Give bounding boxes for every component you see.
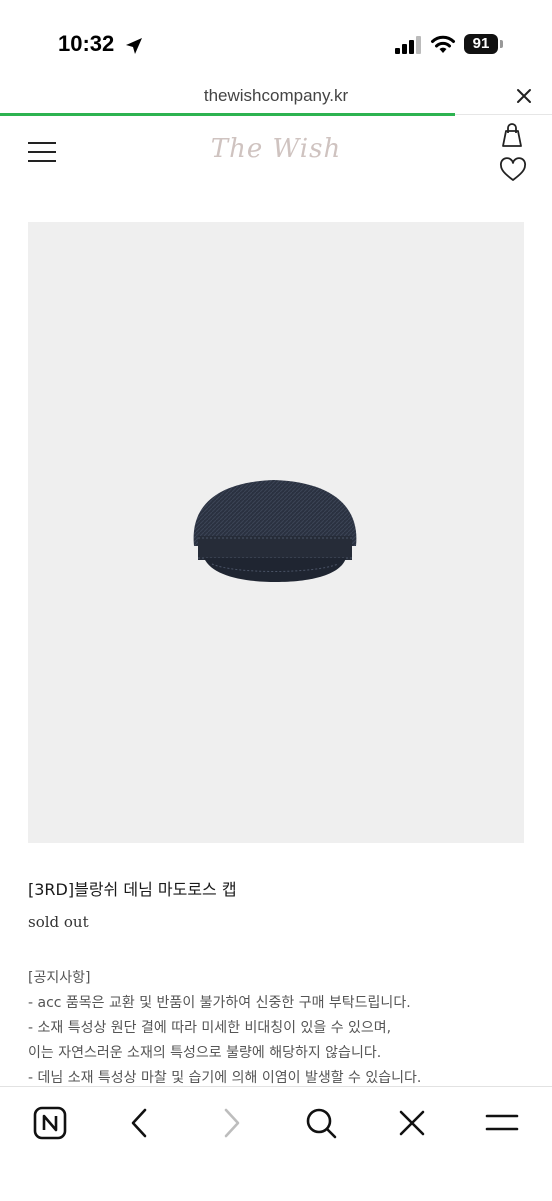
browser-toolbar	[0, 1086, 552, 1201]
notice-line: - acc 품목은 교환 및 반품이 불가하여 신중한 구매 부탁드립니다.	[28, 995, 411, 1011]
product-image[interactable]	[28, 222, 524, 843]
naver-home-icon[interactable]	[32, 1105, 68, 1141]
notice-line: - 소재 특성상 원단 결에 따라 미세한 비대칭이 있을 수 있으며,	[28, 1020, 392, 1036]
battery-cap	[500, 40, 503, 48]
search-icon[interactable]	[303, 1105, 339, 1141]
status-time: 10:32	[58, 31, 115, 56]
forward-icon[interactable]	[213, 1105, 249, 1141]
notice-heading: [공지사항]	[28, 970, 91, 986]
url-text[interactable]: thewishcompany.kr	[0, 86, 552, 106]
battery-indicator: 91	[464, 34, 504, 56]
notice-line: 이는 자연스러운 소재의 특성으로 불량에 해당하지 않습니다.	[28, 1045, 382, 1061]
heart-icon[interactable]	[499, 157, 527, 183]
menu-icon[interactable]	[484, 1105, 520, 1141]
status-bar: 10:32 91	[0, 0, 552, 82]
notice-section: [공지사항] - acc 품목은 교환 및 반품이 불가하여 신중한 구매 부탁…	[28, 966, 528, 1091]
shopping-bag-icon[interactable]	[498, 121, 526, 149]
location-arrow-icon	[126, 38, 142, 54]
back-icon[interactable]	[122, 1105, 158, 1141]
denim-cap-image	[193, 480, 357, 582]
url-bar[interactable]: thewishcompany.kr	[0, 82, 552, 114]
close-icon[interactable]	[514, 86, 534, 106]
cellular-signal-icon	[395, 36, 421, 54]
page-load-progress	[0, 113, 455, 116]
wifi-icon	[431, 35, 455, 53]
battery-level: 91	[464, 34, 498, 54]
close-icon[interactable]	[394, 1105, 430, 1141]
stock-status: sold out	[28, 913, 89, 931]
product-title: [3RD]블랑쉬 데님 마도로스 캡	[28, 880, 237, 899]
site-logo[interactable]: The Wish	[0, 134, 552, 164]
